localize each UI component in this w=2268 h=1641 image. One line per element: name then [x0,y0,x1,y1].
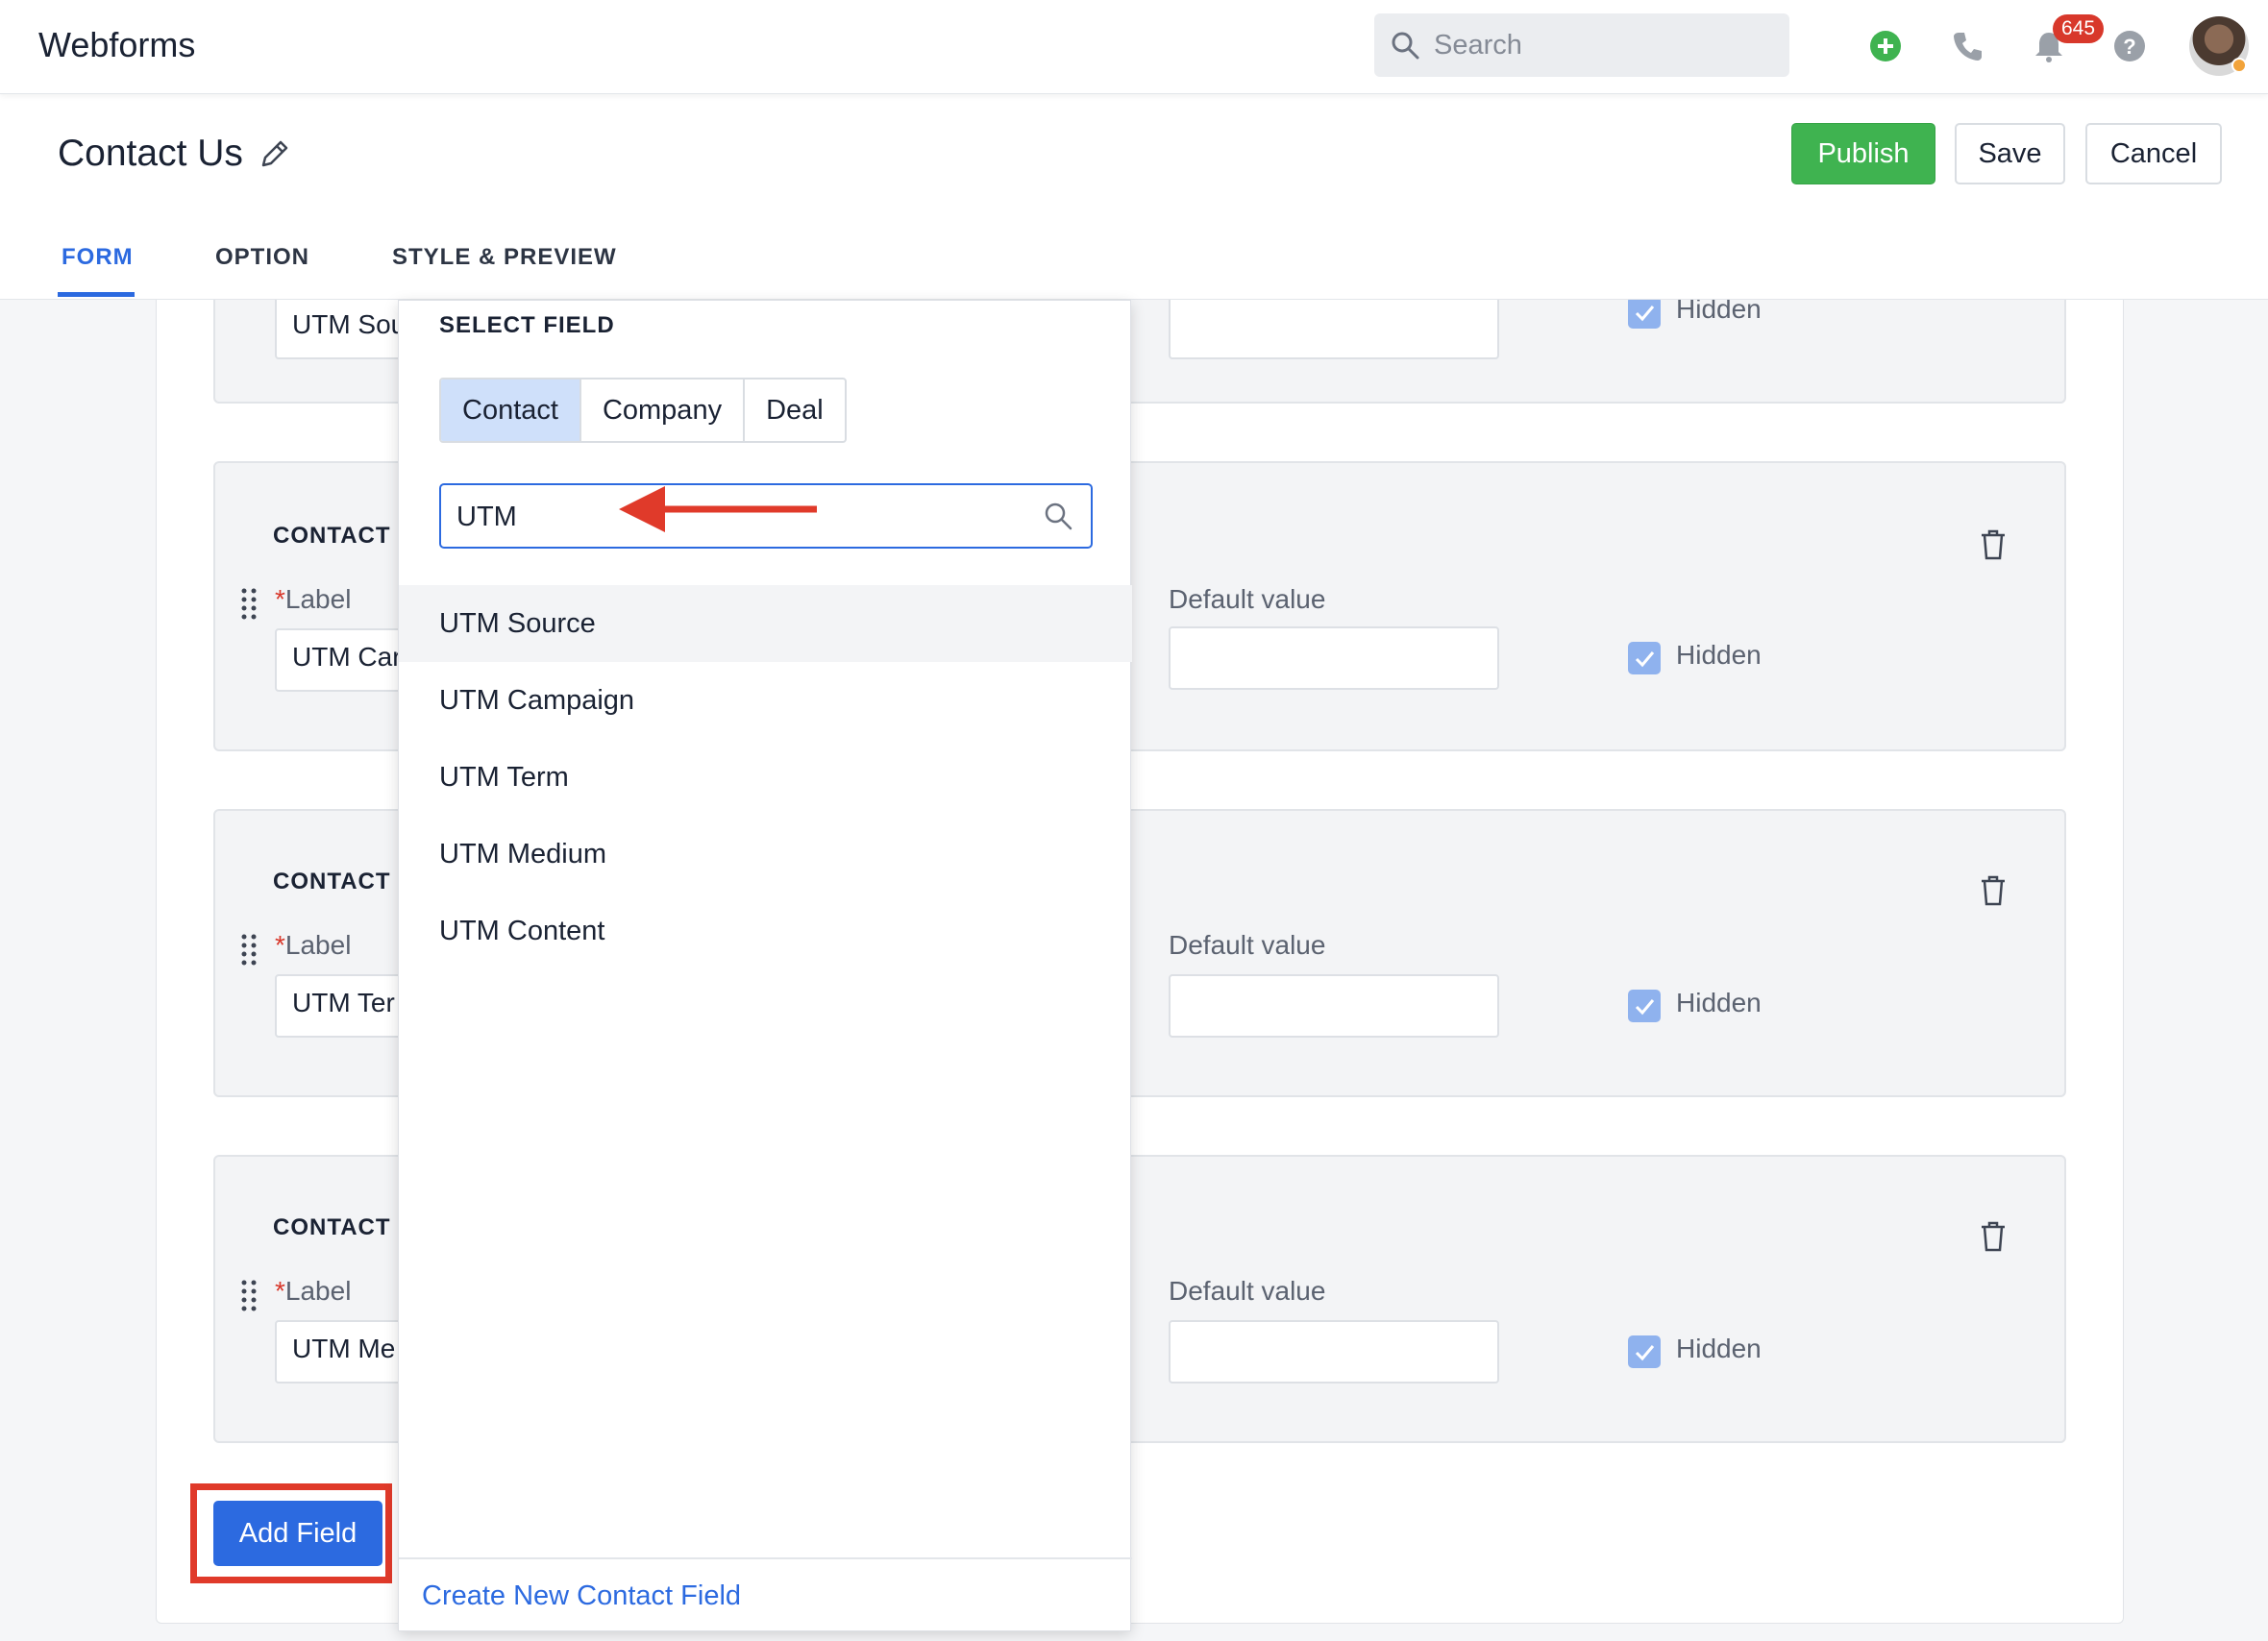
add-field-button[interactable]: Add Field [213,1501,382,1566]
app-title: Webforms [38,25,196,64]
segment-company[interactable]: Company [581,380,746,441]
segment-deal[interactable]: Deal [745,380,845,441]
svg-text:?: ? [2123,35,2135,59]
trash-icon[interactable] [1978,528,2009,561]
default-value-input[interactable] [1169,974,1499,1038]
search-input[interactable] [1434,23,1770,67]
default-value-caption: Default value [1169,930,1326,960]
drag-handle-icon[interactable] [238,586,259,621]
add-circle-icon[interactable] [1868,29,1903,63]
default-value-input[interactable] [1169,626,1499,690]
option-utm-content[interactable]: UTM Content [399,893,1132,969]
entity-segmented-control: Contact Company Deal [439,378,847,443]
default-value-caption: Default value [1169,1276,1326,1306]
trash-icon[interactable] [1978,1220,2009,1253]
default-value-input[interactable] [1169,296,1499,359]
pencil-icon[interactable] [258,138,290,171]
search-box[interactable] [1374,13,1789,77]
option-utm-medium[interactable]: UTM Medium [399,816,1132,893]
active-tab-indicator [58,292,135,297]
cancel-button[interactable]: Cancel [2085,123,2222,184]
dropdown-footer: Create New Contact Field [399,1557,1132,1632]
hidden-checkbox[interactable] [1628,990,1661,1022]
hidden-checkbox[interactable] [1628,1335,1661,1368]
top-nav: Webforms 645 ? [0,0,2268,94]
tab-style-preview[interactable]: STYLE & PREVIEW [392,244,617,271]
notification-badge: 645 [2053,14,2105,43]
select-field-heading: SELECT FIELD [439,312,615,338]
hidden-label: Hidden [1676,640,1762,670]
label-caption: *Label [275,584,352,614]
tab-option[interactable]: OPTION [215,244,309,271]
card-title: CONTACT : [273,1214,407,1240]
annotation-arrow-icon [619,486,817,532]
hidden-checkbox[interactable] [1628,642,1661,674]
hidden-label: Hidden [1676,988,1762,1017]
trash-icon[interactable] [1978,874,2009,907]
drag-handle-icon[interactable] [238,1278,259,1312]
option-utm-source[interactable]: UTM Source [399,585,1132,662]
status-dot [2231,58,2247,73]
segment-contact[interactable]: Contact [441,380,581,441]
option-utm-campaign[interactable]: UTM Campaign [399,662,1132,739]
publish-button[interactable]: Publish [1791,123,1935,184]
drag-handle-icon[interactable] [238,932,259,967]
label-caption: *Label [275,1276,352,1306]
label-caption: *Label [275,930,352,960]
card-title: CONTACT : [273,869,407,894]
tab-form[interactable]: FORM [62,244,134,271]
create-contact-field-link[interactable]: Create New Contact Field [422,1580,741,1612]
default-value-input[interactable] [1169,1320,1499,1384]
option-utm-term[interactable]: UTM Term [399,739,1132,816]
search-icon [1392,32,1419,60]
search-icon [1045,502,1072,530]
page-header: Contact Us Publish Save Cancel FORM OPTI… [0,94,2268,300]
phone-icon[interactable] [1951,29,1985,63]
default-value-caption: Default value [1169,584,1326,614]
page-title: Contact Us [58,133,243,174]
hidden-checkbox[interactable] [1628,296,1661,329]
hidden-label: Hidden [1676,1334,1762,1363]
card-title: CONTACT : [273,523,407,549]
help-icon[interactable]: ? [2112,29,2147,63]
save-button[interactable]: Save [1955,123,2065,184]
